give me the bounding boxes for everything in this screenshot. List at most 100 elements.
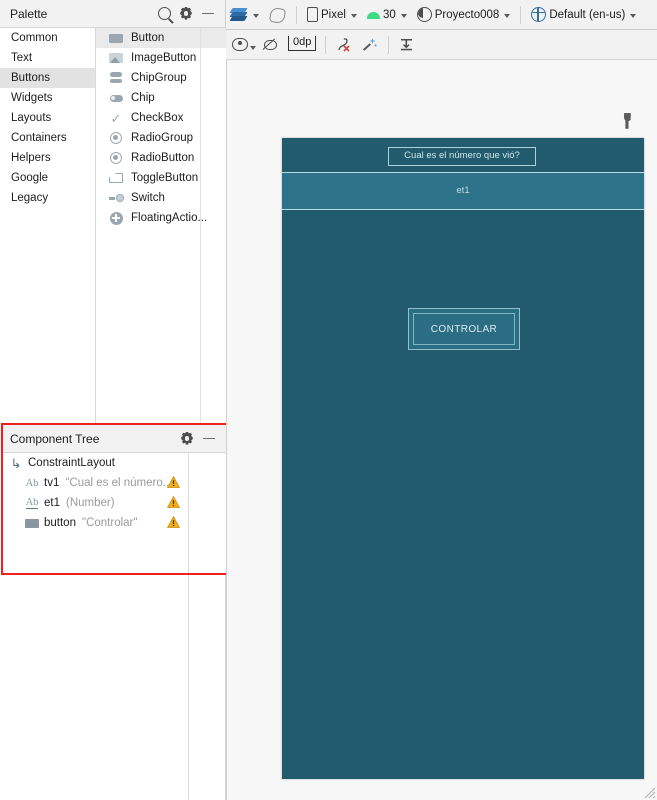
- preview-button[interactable]: CONTROLAR: [408, 308, 520, 350]
- component-tree-settings-button[interactable]: [176, 428, 198, 450]
- design-surface-toolbar: 0dp: [226, 30, 657, 60]
- blueprint-mode-button[interactable]: [264, 3, 291, 27]
- chip-icon: [108, 91, 124, 105]
- tree-node-value: "Cual es el número...: [65, 477, 173, 489]
- palette-category-list: Common Text Buttons Widgets Layouts Cont…: [0, 28, 96, 425]
- palette-item-togglebutton[interactable]: ToggleButton: [96, 168, 226, 188]
- search-icon: [157, 7, 171, 20]
- palette-category-containers[interactable]: Containers: [0, 128, 95, 148]
- warning-icon[interactable]: [166, 475, 181, 488]
- component-tree-header: Component Tree: [0, 425, 226, 453]
- textview-icon: Ab: [25, 477, 39, 489]
- tree-node-value: "Controlar": [81, 517, 138, 529]
- palette-category-layouts[interactable]: Layouts: [0, 108, 95, 128]
- component-tree-minimize-button[interactable]: [198, 428, 220, 450]
- switch-icon: [108, 191, 124, 205]
- locale-label: Default (en-us): [549, 8, 626, 21]
- toolbar-separator: [388, 35, 390, 54]
- palette-header: Palette: [0, 0, 225, 28]
- preview-edittext[interactable]: et1: [282, 172, 644, 210]
- editor-top-toolbar: Pixel 30 Proyecto008 Default (en-us): [226, 0, 657, 30]
- design-mode-button[interactable]: [226, 3, 264, 27]
- component-tree-body: ↳ ConstraintLayout Ab tv1 "Cual es el nú…: [0, 453, 226, 575]
- minimize-icon: [203, 437, 215, 440]
- palette-vertical-divider: [200, 28, 201, 425]
- palette-item-checkbox[interactable]: ✓ CheckBox: [96, 108, 226, 128]
- design-canvas[interactable]: Cual es el número que vió? et1 CONTROLAR: [226, 60, 657, 800]
- toolbar-separator: [520, 5, 522, 24]
- palette-category-text[interactable]: Text: [0, 48, 95, 68]
- tree-node-name: ConstraintLayout: [28, 457, 115, 469]
- phone-icon: [307, 7, 318, 22]
- radio-group-icon: [108, 131, 124, 145]
- palette-category-google[interactable]: Google: [0, 168, 95, 188]
- preview-button-label: CONTROLAR: [413, 313, 515, 345]
- warning-icon[interactable]: [166, 515, 181, 528]
- minimize-icon: [202, 12, 214, 15]
- button-icon: [24, 518, 40, 528]
- api-level-label: 30: [382, 8, 396, 21]
- android-icon: [366, 11, 380, 19]
- radio-button-icon: [108, 151, 124, 165]
- gear-icon: [181, 432, 194, 445]
- palette-settings-button[interactable]: [175, 3, 197, 25]
- palette-title: Palette: [10, 6, 48, 21]
- resize-grip[interactable]: [642, 785, 656, 799]
- preview-textview[interactable]: Cual es el número que vió?: [388, 147, 536, 166]
- palette-item-chip[interactable]: Chip: [96, 88, 226, 108]
- edittext-icon: Ab: [25, 497, 39, 509]
- component-tree-list: ↳ ConstraintLayout Ab tv1 "Cual es el nú…: [0, 453, 189, 575]
- device-selector[interactable]: Pixel: [302, 3, 362, 27]
- locale-selector[interactable]: Default (en-us): [526, 3, 641, 27]
- palette-category-buttons[interactable]: Buttons: [0, 68, 95, 88]
- tree-row[interactable]: button "Controlar": [0, 513, 188, 533]
- tree-node-name: et1: [44, 497, 60, 509]
- palette-item-imagebutton[interactable]: ImageButton: [96, 48, 226, 68]
- palette-item-floatingactionbutton[interactable]: FloatingActio...: [96, 208, 226, 228]
- palette-item-label: ToggleButton: [131, 172, 199, 184]
- palette-item-chipgroup[interactable]: ChipGroup: [96, 68, 226, 88]
- infer-constraints-button[interactable]: [357, 34, 381, 56]
- default-margin-value[interactable]: 0dp: [288, 36, 317, 51]
- baseline-align-button[interactable]: [394, 34, 418, 56]
- palette-search-button[interactable]: [153, 3, 175, 25]
- baseline-align-icon: [398, 37, 415, 52]
- palette-item-switch[interactable]: Switch: [96, 188, 226, 208]
- tree-row[interactable]: Ab et1 (Number): [0, 493, 188, 513]
- clear-constraints-button[interactable]: [331, 34, 355, 56]
- warning-icon[interactable]: [166, 495, 181, 508]
- tree-node-value: (Number): [66, 497, 115, 509]
- palette-item-button[interactable]: Button: [96, 28, 226, 48]
- show-constraints-button[interactable]: [232, 34, 256, 56]
- tree-row[interactable]: Ab tv1 "Cual es el número...: [0, 473, 188, 493]
- palette-category-helpers[interactable]: Helpers: [0, 148, 95, 168]
- palette-panel: Palette Common Text Buttons Widgets Layo…: [0, 0, 226, 425]
- blueprint-icon: [269, 7, 286, 23]
- palette-item-label: FloatingActio...: [131, 212, 208, 224]
- theme-icon: [416, 7, 432, 22]
- theme-selector[interactable]: Proyecto008: [412, 3, 516, 27]
- autoconnect-button[interactable]: [258, 34, 282, 56]
- palette-body: Common Text Buttons Widgets Layouts Cont…: [0, 28, 226, 425]
- chevron-down-icon: [350, 13, 357, 18]
- palette-item-label: ChipGroup: [131, 72, 187, 84]
- palette-item-radiogroup[interactable]: RadioGroup: [96, 128, 226, 148]
- palette-item-label: Switch: [131, 192, 165, 204]
- tree-row[interactable]: ↳ ConstraintLayout: [0, 453, 188, 473]
- palette-item-radiobutton[interactable]: RadioButton: [96, 148, 226, 168]
- lower-panel-divider: [188, 575, 189, 800]
- api-level-selector[interactable]: 30: [362, 3, 412, 27]
- device-preview[interactable]: Cual es el número que vió? et1 CONTROLAR: [282, 138, 644, 779]
- magic-wand-icon: [361, 37, 378, 52]
- palette-item-label: Chip: [131, 92, 155, 104]
- palette-category-widgets[interactable]: Widgets: [0, 88, 95, 108]
- palette-minimize-button[interactable]: [197, 3, 219, 25]
- layers-icon: [229, 7, 248, 23]
- chevron-down-icon: [400, 13, 407, 18]
- palette-item-label: ImageButton: [131, 52, 197, 64]
- palette-category-common[interactable]: Common: [0, 28, 95, 48]
- wrench-icon[interactable]: [619, 112, 635, 130]
- chevron-down-icon: [250, 45, 256, 50]
- palette-category-legacy[interactable]: Legacy: [0, 188, 95, 208]
- image-button-icon: [108, 51, 124, 65]
